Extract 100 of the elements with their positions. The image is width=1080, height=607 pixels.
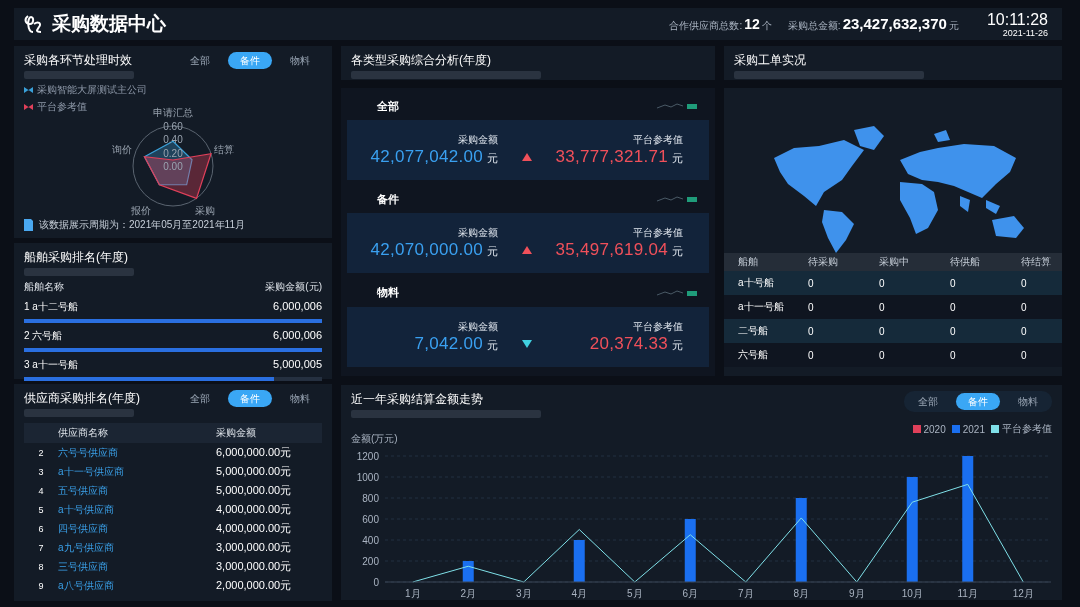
column-header: 供应商名称 bbox=[58, 426, 109, 440]
supplier-link[interactable]: a九号供应商 bbox=[58, 540, 216, 555]
axis-tick-label: 8月 bbox=[793, 588, 810, 599]
column-header: 采购金额(元) bbox=[265, 280, 322, 294]
table-cell-text: 0 bbox=[1021, 301, 1028, 313]
reference-label: 平台参考值 bbox=[633, 319, 683, 334]
panel-title: 各类型采购综合分析(年度) bbox=[351, 52, 492, 68]
clock-date: 2021-11-26 bbox=[1002, 27, 1048, 38]
rank-number: 3 bbox=[37, 466, 45, 477]
table-cell-text: 0 bbox=[950, 277, 957, 289]
axis-tick-label: 0 bbox=[373, 577, 379, 588]
axis-tick-label: 7月 bbox=[737, 588, 754, 599]
column-header: 船舶名称 bbox=[24, 280, 64, 294]
stat-label: 合作供应商总数: bbox=[669, 18, 743, 33]
amount-value: 42,077,042.00 bbox=[370, 147, 483, 167]
axis-tick-label: 400 bbox=[362, 535, 379, 546]
axis-tick-label: 4月 bbox=[571, 588, 588, 599]
unit-label: 元 bbox=[487, 337, 498, 353]
table-cell-text: 0 bbox=[1021, 349, 1028, 361]
sparkline-icon bbox=[657, 195, 697, 204]
amount-label: 采购金额 bbox=[458, 226, 498, 241]
table-cell-text: 0 bbox=[808, 301, 815, 313]
axis-tick-label: 6月 bbox=[682, 588, 699, 599]
axis-tick-label: 600 bbox=[362, 514, 379, 525]
legend-label: 2021 bbox=[962, 423, 985, 435]
ship-amount: 5,000,005 bbox=[273, 358, 322, 370]
amount-cell-text: 3,000,000.00元 bbox=[216, 540, 293, 555]
table-cell-text: 0 bbox=[950, 301, 957, 313]
supplier-link[interactable]: 六号号供应商 bbox=[58, 445, 216, 460]
axis-tick-label: 9月 bbox=[848, 588, 865, 599]
radar-axis-label: 询价 bbox=[111, 144, 132, 156]
column-header: 采购金额 bbox=[216, 426, 257, 440]
column-header: 船舶 bbox=[738, 255, 759, 269]
radar-tick-label: 0.40 bbox=[163, 134, 183, 146]
legend-label: 采购智能大屏测试主公司 bbox=[37, 83, 147, 97]
stat-label: 采购总金额: bbox=[787, 19, 841, 33]
ship-amount: 6,000,006 bbox=[273, 300, 322, 312]
filter-tab[interactable]: 物料 bbox=[278, 52, 322, 69]
unit-label: 元 bbox=[672, 244, 683, 260]
amount-cell-text: 3,000,000.00元 bbox=[216, 559, 293, 574]
reference-label: 平台参考值 bbox=[633, 226, 683, 241]
column-header: 待采购 bbox=[808, 255, 839, 269]
axis-tick-label: 5月 bbox=[626, 588, 643, 599]
document-icon bbox=[24, 219, 33, 231]
unit-label: 元 bbox=[672, 151, 683, 166]
amount-cell-text: 6,000,000.00元 bbox=[216, 445, 293, 460]
table-cell-text: 0 bbox=[1021, 277, 1028, 289]
unit-label: 元 bbox=[487, 151, 498, 166]
radar-tick-label: 0.00 bbox=[163, 161, 183, 172]
panel-title: 采购工单实况 bbox=[734, 52, 807, 68]
rank-number: 2 bbox=[37, 447, 45, 458]
reference-label: 平台参考值 bbox=[633, 133, 683, 147]
table-cell-text: 0 bbox=[950, 325, 957, 337]
filter-tab[interactable]: 全部 bbox=[906, 393, 950, 410]
table-cell-text: 六号船 bbox=[738, 348, 769, 362]
radar-axis-label: 申请汇总 bbox=[153, 107, 193, 118]
rank-number: 4 bbox=[37, 485, 45, 496]
table-cell-text: a十一号船 bbox=[738, 300, 785, 314]
column-header: 待供船 bbox=[950, 255, 981, 269]
table-cell-text: 0 bbox=[808, 349, 815, 361]
table-cell-text: 0 bbox=[879, 277, 886, 289]
reference-value: 20,374.33 bbox=[589, 333, 668, 354]
amount-value: 42,070,000.00 bbox=[370, 240, 483, 261]
panel-title: 船舶采购排名(年度) bbox=[24, 249, 129, 265]
stat-value: 12 bbox=[744, 15, 760, 32]
filter-tab[interactable]: 全部 bbox=[178, 390, 222, 407]
panel-title: 供应商采购排名(年度) bbox=[24, 390, 140, 406]
supplier-link[interactable]: a八号供应商 bbox=[58, 578, 216, 593]
table-cell-text: 0 bbox=[879, 325, 886, 337]
chart-bar bbox=[573, 540, 585, 582]
stat-value: 23,427,632,370 bbox=[842, 15, 947, 32]
chart-bar bbox=[684, 519, 696, 582]
panel-title: 近一年采购结算金额走势 bbox=[351, 391, 484, 407]
supplier-link[interactable]: a十一号供应商 bbox=[58, 464, 216, 479]
amount-cell-text: 2,000,000.00元 bbox=[216, 578, 293, 593]
supplier-link[interactable]: 五号供应商 bbox=[58, 483, 216, 498]
axis-tick-label: 1000 bbox=[356, 472, 379, 483]
axis-tick-label: 1200 bbox=[356, 451, 379, 462]
filter-tab[interactable]: 物料 bbox=[1006, 393, 1050, 410]
rank-number: 5 bbox=[37, 504, 45, 515]
supplier-link[interactable]: 三号供应商 bbox=[58, 559, 216, 574]
radar-axis-label: 结算 bbox=[214, 144, 235, 156]
ship-name: 3 a十一号船 bbox=[24, 358, 78, 372]
reference-value: 33,777,321.71 bbox=[555, 147, 668, 167]
filter-tab[interactable]: 全部 bbox=[178, 52, 222, 69]
axis-tick-label: 800 bbox=[362, 493, 379, 504]
rank-number: 8 bbox=[37, 561, 45, 572]
amount-cell-text: 5,000,000.00元 bbox=[216, 464, 293, 479]
table-cell-text: 0 bbox=[879, 301, 886, 313]
filter-tab[interactable]: 物料 bbox=[278, 390, 322, 407]
stat-unit: 个 bbox=[761, 18, 772, 33]
supplier-link[interactable]: 四号供应商 bbox=[58, 521, 216, 536]
panel-title: 采购各环节处理时效 bbox=[24, 52, 133, 68]
amount-cell-text: 4,000,000.00元 bbox=[216, 502, 293, 517]
rank-number: 6 bbox=[37, 523, 45, 534]
axis-tick-label: 200 bbox=[362, 556, 379, 567]
supplier-link[interactable]: a十号供应商 bbox=[58, 502, 216, 517]
axis-tick-label: 3月 bbox=[515, 588, 532, 599]
unit-label: 元 bbox=[672, 337, 683, 353]
amount-cell-text: 4,000,000.00元 bbox=[216, 521, 293, 536]
